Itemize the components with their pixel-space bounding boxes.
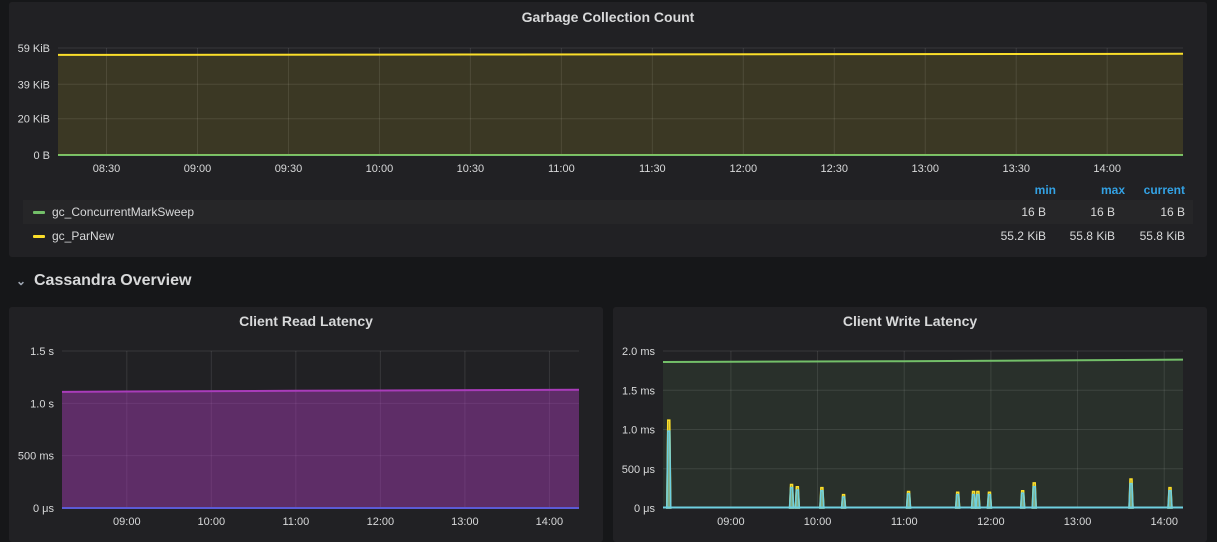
read-latency-chart[interactable]: 0 μs 500 ms 1.0 s 1.5 s 09:00 10:00 11:00 12:00… — [9, 336, 603, 536]
legend-min-value: 55.2 KiB — [973, 229, 1046, 243]
write-latency-panel: Client Write Latency 0 μs 500 μs 1.0 ms 1.5… — [613, 307, 1207, 542]
data-spike — [976, 495, 980, 508]
gc-panel: Garbage Collection Count 0 B 20 KiB 39 KiB… — [9, 2, 1207, 257]
data-spike — [1168, 491, 1172, 508]
x-tick-label: 10:00 — [366, 163, 394, 175]
y-tick-label: 59 KiB — [18, 43, 50, 55]
data-spike — [790, 488, 794, 508]
data-spike — [1129, 484, 1133, 508]
legend-max-value: 16 B — [1053, 205, 1115, 219]
y-tick-label: 20 KiB — [18, 114, 50, 126]
series-area — [62, 390, 579, 508]
legend-header-min[interactable]: min — [999, 183, 1056, 197]
x-tick-label: 09:00 — [717, 516, 745, 528]
x-tick-label: 11:00 — [548, 163, 575, 175]
legend-header-current[interactable]: current — [1129, 183, 1185, 197]
data-spike — [972, 495, 976, 508]
x-tick-label: 14:00 — [1093, 163, 1121, 175]
y-tick-label: 2.0 ms — [622, 346, 656, 358]
x-tick-label: 12:00 — [367, 516, 395, 528]
x-tick-label: 14:00 — [536, 516, 564, 528]
write-latency-panel-title[interactable]: Client Write Latency — [613, 313, 1207, 329]
y-tick-label: 1.5 s — [30, 346, 54, 358]
legend-current-value: 16 B — [1123, 205, 1185, 219]
series-area — [663, 360, 1183, 508]
y-tick-label: 1.0 s — [30, 398, 54, 410]
legend-series-name[interactable]: gc_ParNew — [52, 229, 114, 243]
y-tick-label: 1.0 ms — [622, 425, 656, 437]
legend-min-value: 16 B — [973, 205, 1046, 219]
series-line — [58, 54, 1183, 55]
x-tick-label: 10:00 — [804, 516, 832, 528]
read-latency-panel: Client Read Latency 0 μs 500 ms 1.0 s 1.5 s… — [9, 307, 603, 542]
series-color-swatch[interactable] — [33, 235, 45, 238]
data-spike — [1021, 493, 1025, 508]
y-tick-label: 500 μs — [622, 464, 656, 476]
data-spike — [956, 495, 960, 508]
write-latency-chart[interactable]: 0 μs 500 μs 1.0 ms 1.5 ms 2.0 ms 09:00 10:00 11… — [613, 336, 1207, 536]
y-tick-label: 500 ms — [18, 451, 55, 463]
row-header-cassandra-overview[interactable]: ⌄ Cassandra Overview — [16, 272, 191, 290]
legend-series-name[interactable]: gc_ConcurrentMarkSweep — [52, 205, 194, 219]
x-tick-label: 09:00 — [113, 516, 141, 528]
data-spike — [795, 490, 799, 508]
legend-item-parnew[interactable]: gc_ParNew 55.2 KiB 55.8 KiB 55.8 KiB — [23, 224, 1193, 248]
read-latency-panel-title[interactable]: Client Read Latency — [9, 313, 603, 329]
y-tick-label: 0 B — [33, 150, 50, 162]
series-color-swatch[interactable] — [33, 211, 45, 214]
x-tick-label: 13:00 — [451, 516, 479, 528]
legend-item-concurrentmarksweep[interactable]: gc_ConcurrentMarkSweep 16 B 16 B 16 B — [23, 200, 1193, 224]
data-spike — [1032, 487, 1036, 508]
x-tick-label: 13:00 — [1064, 516, 1092, 528]
x-tick-label: 13:30 — [1002, 163, 1030, 175]
data-spike — [987, 495, 991, 508]
data-spike — [907, 494, 911, 508]
data-spike — [842, 497, 846, 508]
legend-max-value: 55.8 KiB — [1053, 229, 1115, 243]
x-tick-label: 08:30 — [93, 163, 121, 175]
x-tick-label: 11:30 — [639, 163, 666, 175]
chevron-down-icon[interactable]: ⌄ — [16, 274, 26, 288]
y-tick-label: 0 μs — [33, 503, 55, 515]
x-tick-label: 09:00 — [184, 163, 212, 175]
x-tick-label: 13:00 — [911, 163, 939, 175]
y-tick-label: 39 KiB — [18, 79, 50, 91]
y-tick-label: 0 μs — [634, 503, 656, 515]
x-tick-label: 11:00 — [282, 516, 309, 528]
gc-panel-title[interactable]: Garbage Collection Count — [9, 9, 1207, 25]
x-tick-label: 14:00 — [1150, 516, 1178, 528]
legend-current-value: 55.8 KiB — [1123, 229, 1185, 243]
data-spike — [667, 431, 671, 508]
legend-header-max[interactable]: max — [1069, 183, 1125, 197]
x-tick-label: 12:30 — [821, 163, 849, 175]
series-area — [58, 54, 1183, 155]
x-tick-label: 09:30 — [275, 163, 303, 175]
x-tick-label: 10:00 — [198, 516, 226, 528]
x-tick-label: 12:00 — [977, 516, 1005, 528]
x-tick-label: 12:00 — [730, 163, 758, 175]
x-tick-label: 11:00 — [891, 516, 918, 528]
y-tick-label: 1.5 ms — [622, 385, 656, 397]
row-title: Cassandra Overview — [34, 272, 191, 289]
data-spike — [820, 491, 824, 508]
x-tick-label: 10:30 — [457, 163, 485, 175]
